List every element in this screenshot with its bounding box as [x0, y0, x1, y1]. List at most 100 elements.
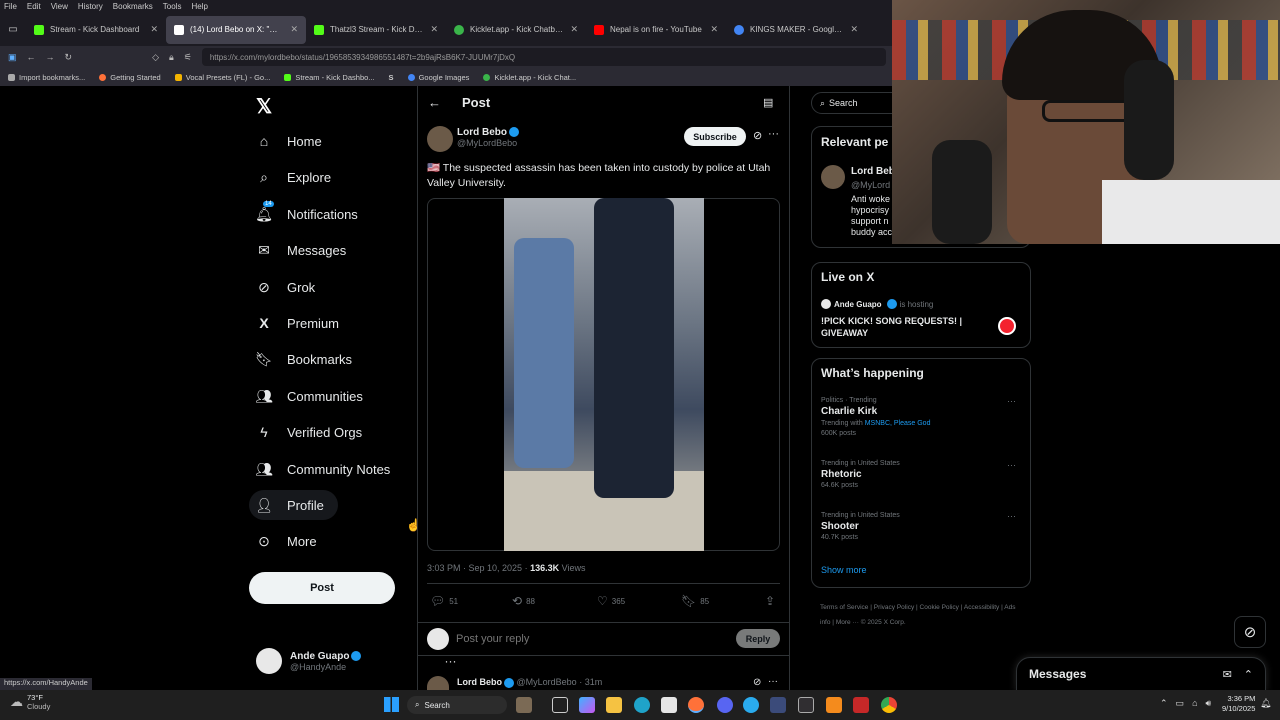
task-view-icon[interactable]: [552, 697, 568, 713]
edge-icon[interactable]: [634, 697, 650, 713]
author-avatar[interactable]: [427, 126, 453, 152]
browser-tab[interactable]: KINGS MAKER - Google Search✕: [726, 16, 866, 44]
permissions-icon[interactable]: ⚟: [184, 52, 192, 63]
reply-input[interactable]: [456, 630, 696, 648]
footer-cookie[interactable]: Cookie Policy: [920, 604, 959, 611]
post-video[interactable]: [504, 198, 704, 551]
app-icon[interactable]: [853, 697, 869, 713]
nav-grok[interactable]: ⊘ Grok: [255, 272, 315, 302]
x-logo-icon[interactable]: 𝕏: [256, 94, 272, 119]
bookmark-kicklet[interactable]: Kicklet.app - Kick Chat...: [483, 73, 576, 82]
footer-accessibility[interactable]: Accessibility: [964, 604, 999, 611]
nav-verified-orgs[interactable]: ϟ Verified Orgs: [255, 417, 362, 447]
nav-messages[interactable]: ✉ Messages: [255, 235, 346, 265]
post-button[interactable]: Post: [249, 572, 395, 604]
menu-file[interactable]: File: [4, 2, 17, 11]
back-arrow-icon[interactable]: ←: [428, 95, 441, 110]
share-action[interactable]: ⇪: [765, 594, 775, 608]
reply-action[interactable]: 💬︎ 51: [430, 594, 458, 608]
nav-bookmarks[interactable]: 🔖︎ Bookmarks: [255, 344, 352, 374]
nav-explore[interactable]: ⌕ Explore: [255, 162, 331, 192]
weather-widget[interactable]: ☁ 73°F Cloudy: [10, 693, 50, 711]
more-icon[interactable]: ···: [768, 676, 778, 687]
like-action[interactable]: ♡ 365: [597, 594, 625, 608]
messages-drawer[interactable]: Messages ✉ ⌃: [1016, 657, 1266, 691]
repost-action[interactable]: ⟲ 88: [512, 594, 535, 608]
bookmark-kick-dashboard[interactable]: Stream - Kick Dashbo...: [284, 73, 375, 82]
next-reply-header[interactable]: Lord Bebo @MyLordBebo · 31m: [457, 677, 602, 688]
post-author[interactable]: Lord Bebo @MyLordBebo: [457, 127, 519, 148]
close-icon[interactable]: ✕: [710, 24, 718, 35]
live-host[interactable]: Ande Guapo is hosting: [821, 299, 933, 309]
windows-start-icon[interactable]: [384, 697, 399, 712]
sidebar-toggle-icon[interactable]: ▣: [8, 52, 17, 63]
menu-view[interactable]: View: [51, 2, 68, 11]
trend-item[interactable]: Trending in United States Shooter 40.7K …: [821, 512, 1021, 541]
store-icon[interactable]: [661, 697, 677, 713]
bookmark-vocal-presets[interactable]: Vocal Presets (FL) - Go...: [174, 73, 270, 82]
obs-icon[interactable]: [798, 697, 814, 713]
menu-tools[interactable]: Tools: [163, 2, 182, 11]
bookmark-action[interactable]: 🔖︎ 85: [681, 594, 709, 608]
trend-more-icon[interactable]: ···: [1007, 460, 1016, 470]
new-message-icon[interactable]: ✉: [1223, 668, 1232, 681]
more-icon[interactable]: ···: [768, 128, 779, 140]
nav-community-notes[interactable]: 👥︎ Community Notes: [255, 454, 390, 484]
browser-tab[interactable]: Stream - Kick Dashboard ✕: [26, 16, 166, 44]
file-explorer-icon[interactable]: [606, 697, 622, 713]
trend-more-icon[interactable]: ···: [1007, 511, 1016, 521]
url-bar[interactable]: https://x.com/mylordbebo/status/19658539…: [201, 48, 886, 66]
bookmark-google-images[interactable]: Google Images: [407, 73, 469, 82]
close-icon[interactable]: ✕: [850, 24, 858, 35]
live-audio-icon[interactable]: [998, 317, 1016, 335]
footer-privacy[interactable]: Privacy Policy: [874, 604, 914, 611]
chevron-up-icon[interactable]: ⌃: [1160, 698, 1168, 709]
trend-more-icon[interactable]: ···: [1007, 396, 1016, 406]
vlc-icon[interactable]: [826, 697, 842, 713]
menu-bookmarks[interactable]: Bookmarks: [113, 2, 153, 11]
trend-links[interactable]: MSNBC, Please God: [865, 420, 931, 427]
shield-icon[interactable]: ◇: [152, 52, 159, 63]
volume-icon[interactable]: 🔊︎: [1206, 698, 1212, 709]
nav-premium[interactable]: X Premium: [255, 308, 339, 338]
footer-more[interactable]: More ···: [836, 619, 859, 626]
nav-more[interactable]: ⊙ More: [255, 526, 317, 556]
close-icon[interactable]: ✕: [290, 24, 298, 35]
lock-icon[interactable]: 🔒︎: [169, 52, 174, 63]
forward-icon[interactable]: →: [46, 52, 55, 62]
subscribe-button[interactable]: Subscribe: [684, 127, 746, 146]
reader-view-icon[interactable]: ▤: [763, 96, 773, 109]
nav-notifications[interactable]: 🔔︎ 14 Notifications: [255, 199, 358, 229]
avatar[interactable]: [821, 165, 845, 189]
bookmark-import[interactable]: Import bookmarks...: [8, 73, 85, 82]
menu-help[interactable]: Help: [191, 2, 207, 11]
discord-icon[interactable]: [717, 697, 733, 713]
bookmark-getting-started[interactable]: Getting Started: [99, 73, 161, 82]
show-more-link[interactable]: Show more: [821, 565, 867, 575]
reload-icon[interactable]: ↻: [65, 52, 73, 63]
browser-tab-active[interactable]: (14) Lord Bebo on X: "🇺🇸 Th ✕: [166, 15, 306, 44]
nav-home[interactable]: ⌂ Home: [255, 126, 322, 156]
expand-icon[interactable]: ⌃: [1244, 668, 1253, 681]
notification-bell-icon[interactable]: 🔔︎: [1260, 698, 1271, 709]
menu-edit[interactable]: Edit: [27, 2, 41, 11]
close-icon[interactable]: ✕: [570, 24, 578, 35]
footer-terms[interactable]: Terms of Service: [820, 604, 868, 611]
widgets-icon[interactable]: [516, 697, 532, 713]
live-stream-title[interactable]: !PICK KICK! SONG REQUESTS! | GIVEAWAY: [821, 315, 991, 339]
reply-button[interactable]: Reply: [736, 629, 780, 648]
grok-icon[interactable]: ⊘: [753, 129, 762, 142]
copilot-icon[interactable]: [579, 697, 595, 713]
trend-item[interactable]: Politics · Trending Charlie Kirk Trendin…: [821, 397, 1021, 437]
firefox-icon[interactable]: [688, 697, 704, 713]
taskbar-search[interactable]: ⌕ Search: [407, 696, 507, 714]
clock[interactable]: 3:36 PM 9/10/2025: [1222, 694, 1255, 714]
close-icon[interactable]: ✕: [150, 24, 158, 35]
browser-tab[interactable]: Nepal is on fire - YouTube ✕: [586, 16, 726, 44]
trend-item[interactable]: Trending in United States Rhetoric 64.6K…: [821, 460, 1021, 489]
telegram-icon[interactable]: [743, 697, 759, 713]
close-icon[interactable]: ✕: [430, 24, 438, 35]
grok-icon[interactable]: ⊘: [753, 677, 761, 688]
menu-history[interactable]: History: [78, 2, 103, 11]
grok-floating-button[interactable]: ⊘: [1234, 616, 1266, 648]
